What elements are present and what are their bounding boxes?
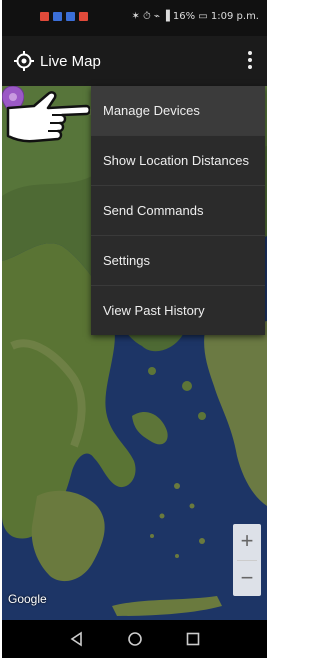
app-title: Live Map xyxy=(40,53,101,70)
status-text: ✶ ⏱ ⌁ ▐ 16% ▭ 1:09 p.m. xyxy=(131,11,259,22)
navigation-bar xyxy=(2,620,267,658)
app-bar: Live Map xyxy=(2,36,267,86)
google-attribution: Google xyxy=(8,592,47,606)
notification-icon xyxy=(40,12,49,21)
zoom-in-button[interactable]: + xyxy=(233,524,261,560)
menu-item-settings[interactable]: Settings xyxy=(91,236,265,286)
overflow-menu: Manage Devices Show Location Distances S… xyxy=(91,86,265,335)
menu-item-manage-devices[interactable]: Manage Devices xyxy=(91,86,265,136)
notification-icon xyxy=(53,12,62,21)
menu-item-show-location-distances[interactable]: Show Location Distances xyxy=(91,136,265,186)
status-bar: ✶ ⏱ ⌁ ▐ 16% ▭ 1:09 p.m. xyxy=(2,0,267,36)
notification-icon xyxy=(66,12,75,21)
phone-screen: ✶ ⏱ ⌁ ▐ 16% ▭ 1:09 p.m. Live Map Google … xyxy=(2,0,267,658)
menu-item-send-commands[interactable]: Send Commands xyxy=(91,186,265,236)
location-crosshair-icon xyxy=(14,51,34,71)
zoom-out-button[interactable]: − xyxy=(233,561,261,597)
zoom-controls: + − xyxy=(233,524,261,596)
home-icon[interactable] xyxy=(126,630,144,648)
notification-icon xyxy=(79,12,88,21)
recents-icon[interactable] xyxy=(184,630,202,648)
notification-icons xyxy=(40,12,88,21)
more-vert-icon[interactable] xyxy=(243,48,257,74)
pointing-hand-icon xyxy=(6,91,90,143)
menu-item-view-past-history[interactable]: View Past History xyxy=(91,286,265,335)
status-indicators: ✶ ⏱ ⌁ ▐ 16% ▭ 1:09 p.m. xyxy=(131,11,259,22)
back-icon[interactable] xyxy=(68,630,86,648)
